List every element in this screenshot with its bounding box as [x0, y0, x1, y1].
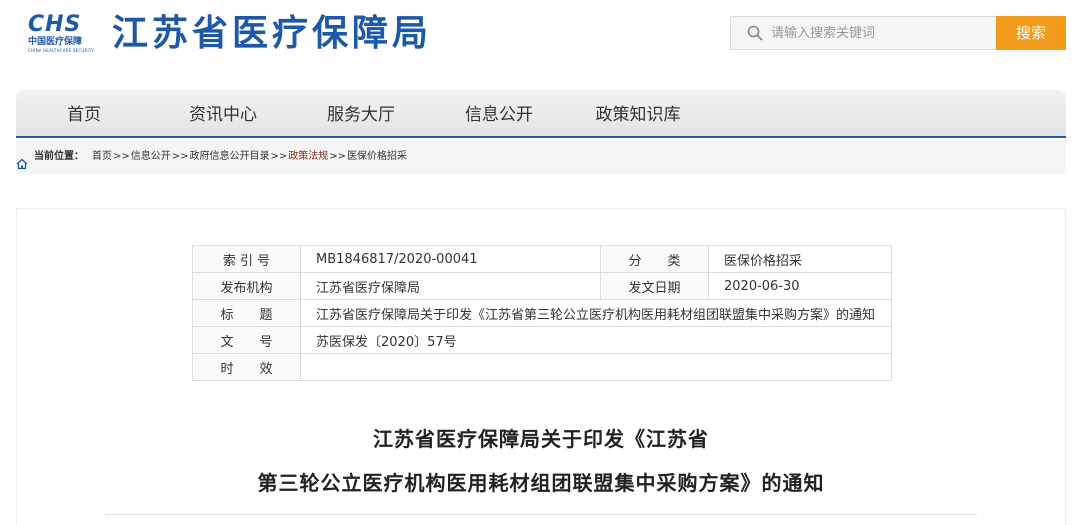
site-title: 江苏省医疗保障局: [112, 13, 433, 54]
date-value: 2020-06-30: [708, 272, 892, 300]
table-row: 时 效: [192, 353, 892, 381]
breadcrumb-item-home[interactable]: 首页: [92, 140, 112, 174]
nav-item-info-disclosure[interactable]: 信息公开: [439, 90, 559, 136]
chs-logo[interactable]: CHS 中国医疗保障 CHINA HEALTHCARE SECURITY: [28, 14, 100, 56]
breadcrumb: 当前位置： 首页 >> 信息公开 >> 政府信息公开目录 >> 政策法规 >> …: [16, 140, 1066, 174]
nav-item-services[interactable]: 服务大厅: [301, 90, 421, 136]
breadcrumb-label: 当前位置：: [34, 151, 84, 162]
document-title-line-2: 第三轮公立医疗机构医用耗材组团联盟集中采购方案》的通知: [257, 471, 825, 495]
breadcrumb-separator: >>: [171, 151, 189, 162]
logo-cn-text: 中国医疗保障: [28, 37, 83, 47]
table-row: 发布机构 江苏省医疗保障局 发文日期 2020-06-30: [192, 272, 892, 300]
logo-en-text: CHINA HEALTHCARE SECURITY: [28, 48, 95, 53]
title-label: 标 题: [192, 299, 301, 327]
breadcrumb-separator: >>: [113, 151, 130, 162]
publisher-value: 江苏省医疗保障局: [300, 272, 601, 300]
logo-mark-text: CHS: [28, 12, 82, 37]
nav-item-news[interactable]: 资讯中心: [163, 90, 283, 136]
article-panel: 索 引 号 MB1846817/2020-00041 分 类 医保价格招采 发布…: [16, 208, 1066, 525]
breadcrumb-item-current[interactable]: 医保价格招采: [347, 140, 407, 174]
breadcrumb-item-gov-info-catalog[interactable]: 政府信息公开目录: [190, 140, 270, 174]
publisher-label: 发布机构: [192, 272, 301, 300]
title-value: 江苏省医疗保障局关于印发《江苏省第三轮公立医疗机构医用耗材组团联盟集中采购方案》…: [300, 299, 892, 327]
validity-label: 时 效: [192, 353, 301, 381]
search-button[interactable]: 搜索: [996, 16, 1066, 50]
validity-value: [300, 353, 892, 381]
document-title-line-1: 江苏省医疗保障局关于印发《江苏省: [373, 427, 709, 451]
docno-label: 文 号: [192, 326, 301, 354]
breadcrumb-separator: >>: [329, 151, 347, 162]
table-row: 索 引 号 MB1846817/2020-00041 分 类 医保价格招采: [192, 245, 892, 273]
nav-item-home[interactable]: 首页: [24, 90, 144, 136]
home-icon: [16, 151, 28, 170]
search-box: [730, 16, 996, 50]
site-header: CHS 中国医疗保障 CHINA HEALTHCARE SECURITY 江苏省…: [0, 0, 1080, 80]
table-row: 标 题 江苏省医疗保障局关于印发《江苏省第三轮公立医疗机构医用耗材组团联盟集中采…: [192, 299, 892, 327]
docno-value: 苏医保发〔2020〕57号: [300, 326, 892, 354]
search-input[interactable]: [771, 25, 971, 41]
index-value: MB1846817/2020-00041: [300, 245, 601, 273]
category-value: 医保价格招采: [708, 245, 892, 273]
table-row: 文 号 苏医保发〔2020〕57号: [192, 326, 892, 354]
breadcrumb-item-policy[interactable]: 政策法规: [288, 140, 328, 174]
search-icon: [747, 25, 763, 41]
index-label: 索 引 号: [192, 245, 301, 273]
breadcrumb-item-info-disclosure[interactable]: 信息公开: [131, 140, 171, 174]
title-divider: [105, 514, 977, 515]
document-meta-table: 索 引 号 MB1846817/2020-00041 分 类 医保价格招采 发布…: [192, 245, 892, 381]
category-label: 分 类: [600, 245, 709, 273]
nav-item-policy-library[interactable]: 政策知识库: [578, 90, 698, 136]
date-label: 发文日期: [600, 272, 709, 300]
breadcrumb-separator: >>: [270, 151, 288, 162]
main-nav: 首页 资讯中心 服务大厅 信息公开 政策知识库: [16, 90, 1066, 138]
